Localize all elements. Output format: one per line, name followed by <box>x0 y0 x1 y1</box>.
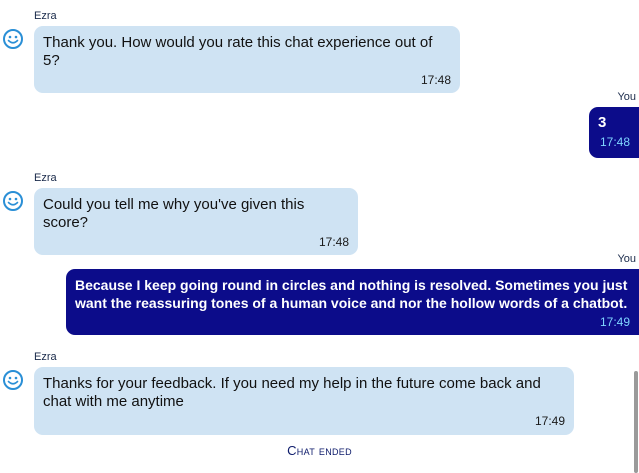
message-text: Thanks for your feedback. If you need my… <box>43 375 541 410</box>
sender-name: You <box>617 253 636 265</box>
sender-name: You <box>617 91 636 103</box>
message-text: Thank you. How would you rate this chat … <box>43 34 433 69</box>
smiley-icon <box>3 29 23 49</box>
sender-name: Ezra <box>34 10 57 22</box>
chat-ended-status: Chat ended <box>287 443 352 458</box>
user-message-bubble: 3 17:48 <box>589 107 639 158</box>
message-text: Because I keep going round in circles an… <box>75 277 628 311</box>
message-text: Could you tell me why you've given this … <box>43 196 305 231</box>
bot-message-bubble: Thank you. How would you rate this chat … <box>34 26 460 93</box>
smiley-icon <box>3 191 23 211</box>
bot-message-bubble: Could you tell me why you've given this … <box>34 188 358 255</box>
sender-name: Ezra <box>34 351 57 363</box>
message-time: 17:48 <box>420 73 451 87</box>
scrollbar-thumb[interactable] <box>634 371 638 473</box>
message-text: 3 <box>598 114 607 131</box>
message-time: 17:48 <box>599 135 630 149</box>
message-time: 17:49 <box>534 414 565 428</box>
message-time: 17:48 <box>318 235 349 249</box>
sender-name: Ezra <box>34 172 57 184</box>
smiley-icon <box>3 370 23 390</box>
bot-message-bubble: Thanks for your feedback. If you need my… <box>34 367 574 435</box>
chat-transcript: Ezra Thank you. How would you rate this … <box>0 0 639 473</box>
user-message-bubble: Because I keep going round in circles an… <box>66 269 639 335</box>
message-time: 17:49 <box>599 315 630 329</box>
